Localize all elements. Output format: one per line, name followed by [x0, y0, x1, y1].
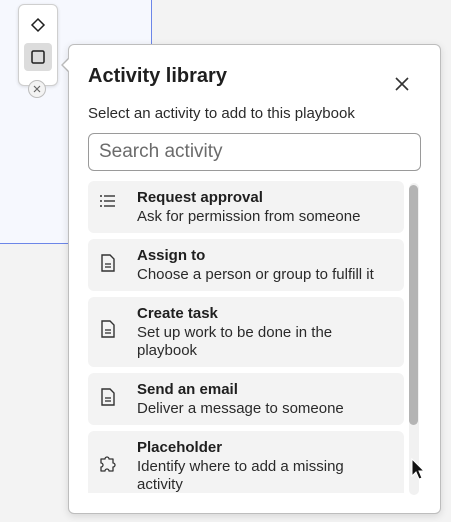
item-title: Create task — [137, 305, 218, 322]
diamond-tool-button[interactable] — [24, 11, 52, 39]
square-icon — [31, 50, 45, 64]
activity-list: Request approval Ask for permission from… — [88, 181, 404, 493]
square-tool-button[interactable] — [24, 43, 52, 71]
list-item-request-approval[interactable]: Request approval Ask for permission from… — [88, 181, 404, 233]
list-icon — [98, 191, 118, 211]
item-description: Deliver a message to someone — [137, 400, 344, 417]
item-title: Request approval — [137, 189, 263, 206]
item-description: Set up work to be done in the playbook — [137, 324, 333, 359]
close-icon — [395, 77, 409, 91]
puzzle-icon — [98, 453, 118, 473]
popover-caret-inner — [63, 58, 70, 72]
remove-node-button[interactable] — [28, 80, 46, 98]
document-icon — [98, 319, 118, 339]
list-item-placeholder[interactable]: Placeholder Identify where to add a miss… — [88, 431, 404, 493]
item-title: Placeholder — [137, 439, 223, 456]
list-item-create-task[interactable]: Create task Set up work to be done in th… — [88, 297, 404, 367]
item-description: Ask for permission from someone — [137, 208, 361, 225]
document-icon — [98, 387, 118, 407]
item-description: Identify where to add a missing activity — [137, 458, 344, 493]
activity-library-popover: Activity library Select an activity to a… — [68, 44, 441, 514]
document-icon — [98, 253, 118, 273]
close-icon — [33, 85, 41, 93]
item-title: Assign to — [137, 247, 206, 264]
shape-toolbar — [18, 4, 58, 86]
list-item-assign-to[interactable]: Assign to Choose a person or group to fu… — [88, 239, 404, 291]
mouse-cursor-icon — [411, 458, 425, 480]
scrollbar-thumb[interactable] — [409, 185, 418, 425]
close-button[interactable] — [389, 71, 415, 97]
popover-title: Activity library — [88, 65, 227, 87]
diamond-icon — [30, 17, 46, 33]
popover-subtitle: Select an activity to add to this playbo… — [88, 105, 355, 122]
item-title: Send an email — [137, 381, 238, 398]
search-input[interactable] — [88, 133, 421, 171]
item-description: Choose a person or group to fulfill it — [137, 266, 374, 283]
list-item-send-an-email[interactable]: Send an email Deliver a message to someo… — [88, 373, 404, 425]
